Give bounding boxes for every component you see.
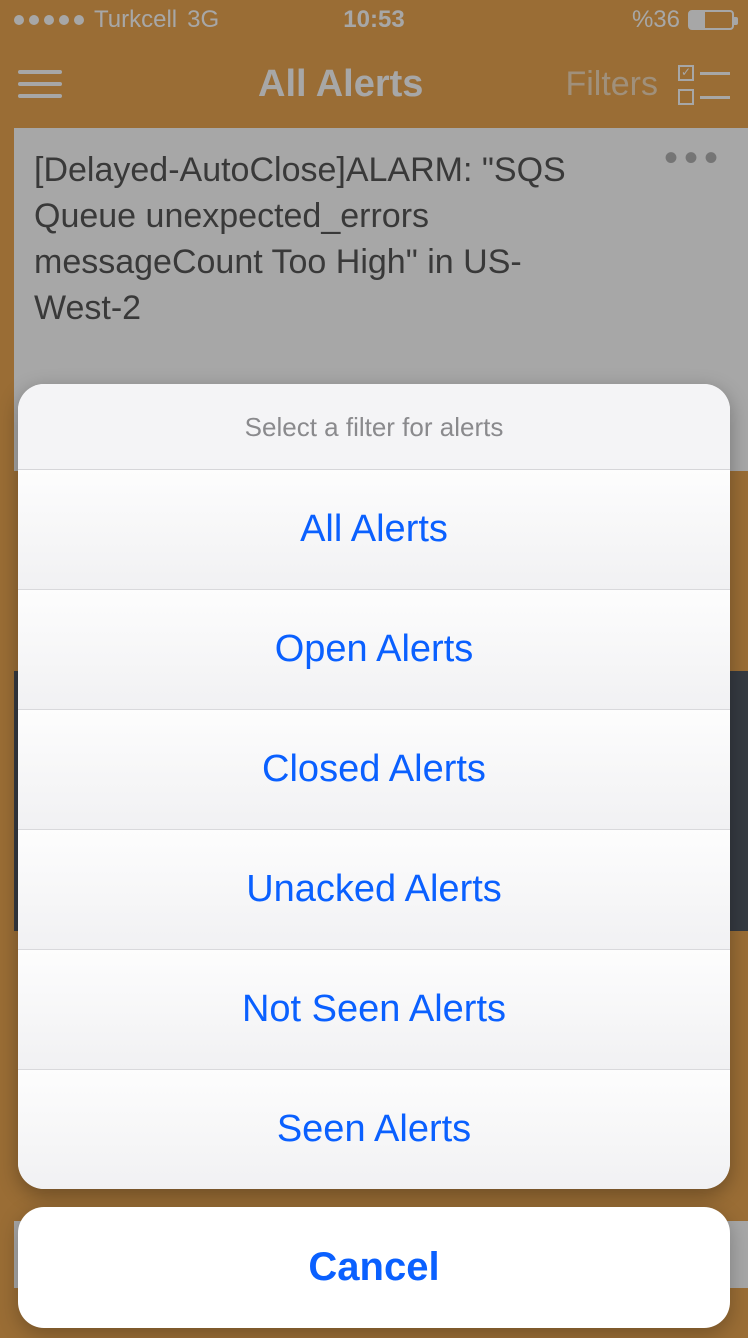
sheet-title: Select a filter for alerts [18, 384, 730, 470]
filter-option-seen[interactable]: Seen Alerts [18, 1070, 730, 1189]
filter-action-sheet: Select a filter for alerts All Alerts Op… [18, 384, 730, 1328]
filter-option-unacked[interactable]: Unacked Alerts [18, 830, 730, 950]
filter-option-closed[interactable]: Closed Alerts [18, 710, 730, 830]
filter-option-all[interactable]: All Alerts [18, 470, 730, 590]
filter-option-open[interactable]: Open Alerts [18, 590, 730, 710]
cancel-button[interactable]: Cancel [18, 1207, 730, 1328]
filter-option-notseen[interactable]: Not Seen Alerts [18, 950, 730, 1070]
